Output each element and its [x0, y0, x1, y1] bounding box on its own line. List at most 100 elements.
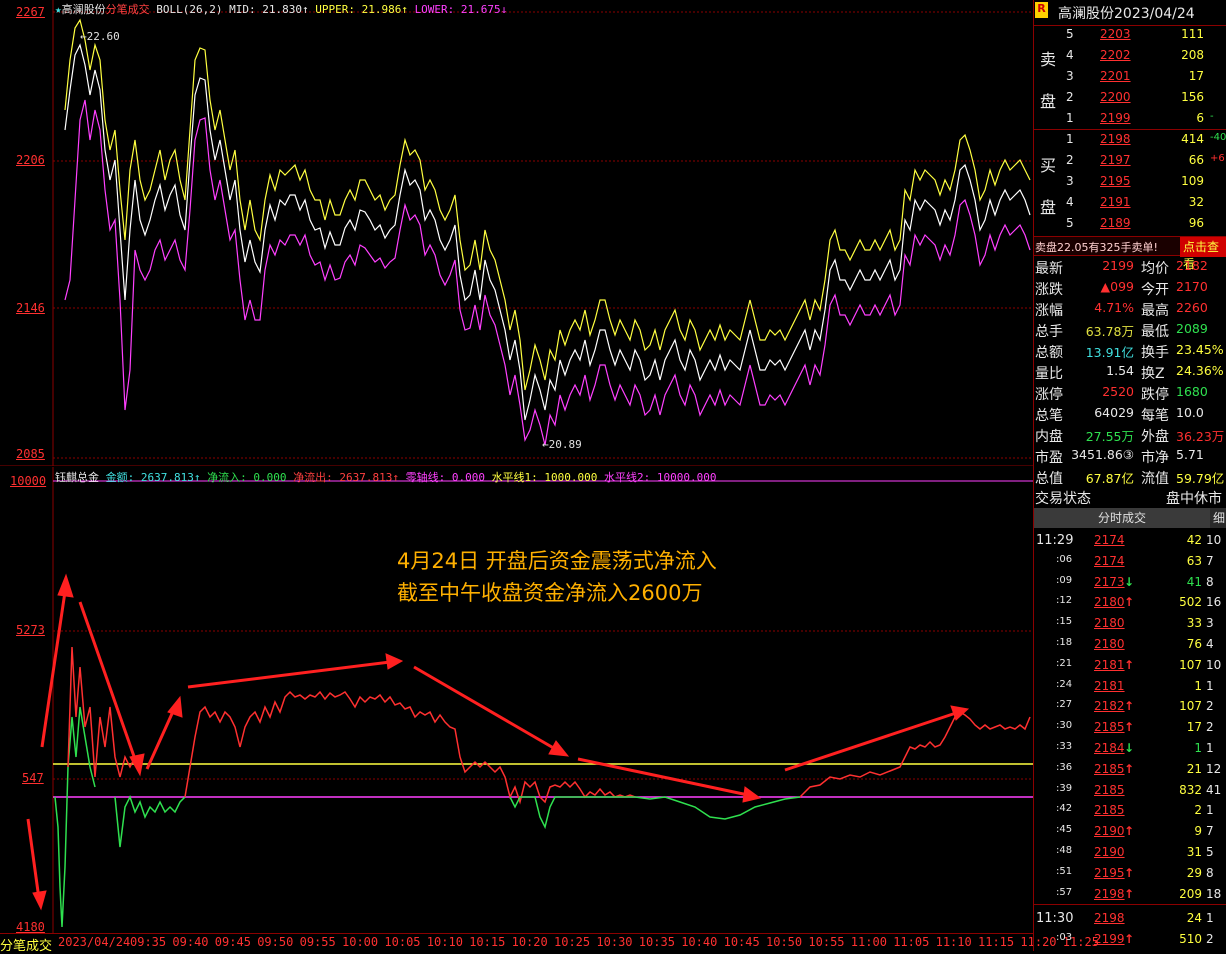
order-level: 1 — [1066, 111, 1074, 125]
trade-row[interactable]: :48 2190 31 5 — [1034, 842, 1226, 863]
trade-row[interactable]: :27 2182 ↑ 107 2 — [1034, 696, 1226, 717]
order-row-sells[interactable]: 4 2202 208 — [1034, 46, 1226, 66]
order-row-sells[interactable]: 5 2203 111 — [1034, 25, 1226, 45]
panel-title: 高澜股份2023/04/24 — [1058, 6, 1195, 22]
order-level: 3 — [1066, 69, 1074, 83]
order-row-sells[interactable]: 1 2199 6- — [1034, 109, 1226, 129]
order-change: -40 — [1210, 132, 1226, 143]
trade-volume: 63 — [1186, 553, 1202, 568]
stat-key: 总手 — [1035, 324, 1063, 340]
stat-value-2: 2260 — [1176, 300, 1208, 315]
time-tick: 09:40 — [172, 935, 209, 949]
money-flow-chart-area[interactable]: 10000 5273 547 4180 钰麒总金 金额: 2637.813↑ 净… — [0, 467, 1033, 934]
stat-value: ▲099 — [1100, 279, 1134, 294]
time-tick: 09:35 — [130, 935, 167, 949]
panel-badge[interactable]: R — [1035, 2, 1048, 18]
stat-row: 涨停 2520 跌停 1680 — [1034, 382, 1226, 403]
order-row-buys[interactable]: 4 2191 32 — [1034, 193, 1226, 213]
trade-price: 2198 — [1094, 886, 1125, 901]
order-volume: 111 — [1181, 27, 1204, 41]
trade-count: 2 — [1206, 699, 1214, 714]
sell-notice[interactable]: 卖盘22.05有325手卖单! 点击查看 — [1034, 236, 1226, 271]
stock-name: 高澜股份 — [61, 3, 106, 16]
trade-row[interactable]: :42 2185 2 1 — [1034, 800, 1226, 821]
stat-key-2: 今开 — [1141, 282, 1169, 298]
trade-row[interactable]: :09 2173 ↓ 41 8 — [1034, 572, 1226, 593]
stat-row: 内盘 27.55万 外盘 36.23万 — [1034, 424, 1226, 445]
trade-row[interactable]: :57 2198 ↑ 209 18 — [1034, 884, 1226, 905]
trade-direction-icon: ↓ — [1124, 574, 1135, 589]
stat-value: 3451.86③ — [1071, 447, 1134, 462]
trade-time: :18 — [1056, 637, 1073, 648]
order-level: 5 — [1066, 27, 1074, 41]
trade-row[interactable]: :06 2174 63 7 — [1034, 551, 1226, 572]
order-price: 2189 — [1100, 216, 1131, 230]
trade-row[interactable]: :24 2181 1 1 — [1034, 676, 1226, 697]
trade-time: :24 — [1056, 678, 1073, 690]
trade-volume: 76 — [1186, 637, 1202, 651]
stat-row: 总手 63.78万 最低 2089 — [1034, 319, 1226, 340]
tab-detail[interactable]: 细 — [1213, 508, 1225, 528]
order-row-buys[interactable]: 1 2198 414 -40 — [1034, 130, 1226, 150]
trade-time: :57 — [1056, 886, 1073, 898]
trade-volume: 17 — [1186, 720, 1202, 735]
sell-notice-link[interactable]: 点击查看 — [1180, 237, 1226, 271]
order-row-buys[interactable]: 5 2189 96 — [1034, 214, 1226, 234]
order-price: 2197 — [1100, 153, 1131, 167]
trade-price: 2180 — [1094, 637, 1125, 651]
money-flow-svg — [26, 467, 1033, 933]
stat-value: 27.55万 — [1085, 429, 1134, 444]
stat-row: 涨幅 4.71% 最高 2260 — [1034, 298, 1226, 319]
time-axis-date: 2023/04/24 — [58, 935, 131, 949]
trade-count: 1 — [1206, 741, 1214, 755]
order-volume: 96 — [1188, 216, 1204, 230]
trade-volume: 2 — [1194, 803, 1202, 818]
trade-price: 2190 — [1094, 845, 1125, 859]
order-row-buys[interactable]: 3 2195 109 — [1034, 172, 1226, 192]
stat-key: 量比 — [1035, 366, 1063, 382]
trade-row[interactable]: :51 2195 ↑ 29 8 — [1034, 863, 1226, 884]
order-row-sells[interactable]: 2 2200 156 — [1034, 88, 1226, 108]
trade-row[interactable]: :21 2181 ↑ 107 10 — [1034, 655, 1226, 676]
trade-row[interactable]: :18 2180 76 4 — [1034, 634, 1226, 655]
stat-row: 量比 1.54 换Z 24.36% — [1034, 361, 1226, 382]
trade-time: :33 — [1056, 741, 1073, 752]
flow-chart-header: 钰麒总金 金额: 2637.813↑ 净流入: 0.000 净流出: 2637.… — [55, 469, 717, 485]
order-volume: 156 — [1181, 90, 1204, 104]
trade-time: :42 — [1056, 803, 1073, 815]
price-chart-area[interactable]: 2267 2206 2146 2085 ★高澜股份分笔成交 BOLL(26,2)… — [0, 0, 1033, 466]
trade-row[interactable]: :15 2180 33 3 — [1034, 613, 1226, 634]
trade-volume: 33 — [1186, 616, 1202, 631]
time-tick: 10:45 — [723, 935, 760, 949]
order-volume: 66 — [1188, 153, 1204, 167]
trade-count: 1 — [1206, 678, 1214, 693]
trade-direction-icon: ↑ — [1124, 761, 1135, 776]
trade-row[interactable]: :30 2185 ↑ 17 2 — [1034, 717, 1226, 738]
time-axis-left-label[interactable]: 分笔成交 — [0, 935, 52, 954]
order-row-sells[interactable]: 3 2201 17 — [1034, 67, 1226, 87]
trade-row[interactable]: :45 2190 ↑ 9 7 — [1034, 821, 1226, 842]
trade-row[interactable]: :39 2185 832 41 — [1034, 780, 1226, 801]
trade-price: 2185 — [1094, 761, 1125, 776]
trade-row[interactable]: :36 2185 ↑ 21 12 — [1034, 759, 1226, 780]
trade-price: 2184 — [1094, 741, 1125, 755]
trade-row[interactable]: :12 2180 ↑ 502 16 — [1034, 592, 1226, 613]
trade-price: 2174 — [1094, 533, 1125, 547]
stat-row: 市盈 3451.86③ 市净 5.71 — [1034, 445, 1226, 466]
trade-row[interactable]: :33 2184 ↓ 1 1 — [1034, 738, 1226, 759]
flow-zero-line: 零轴线: 0.000 — [405, 471, 485, 484]
order-row-buys[interactable]: 2 2197 66 +6 — [1034, 151, 1226, 171]
trade-status-value: 盘中休市 — [1166, 491, 1222, 507]
price-tick-2: 2206 — [16, 153, 45, 167]
flow-indicator-name: 钰麒总金 — [55, 471, 99, 484]
stat-value: 2199 — [1102, 258, 1134, 273]
order-level: 4 — [1066, 48, 1074, 62]
trade-row[interactable]: :03 2199 ↑ 510 2 — [1034, 929, 1226, 950]
price-tick-1: 2267 — [16, 5, 45, 19]
trade-time: :39 — [1056, 782, 1073, 794]
stat-row: 最新 2199 均价 2182 — [1034, 256, 1226, 277]
trade-row[interactable]: 11:29 2174 42 10 — [1034, 530, 1226, 551]
trade-row[interactable]: 11:30 2198 24 1 — [1034, 908, 1226, 929]
stat-key-2: 跌停 — [1141, 387, 1169, 403]
tab-trades[interactable]: 分时成交 — [1034, 508, 1210, 528]
